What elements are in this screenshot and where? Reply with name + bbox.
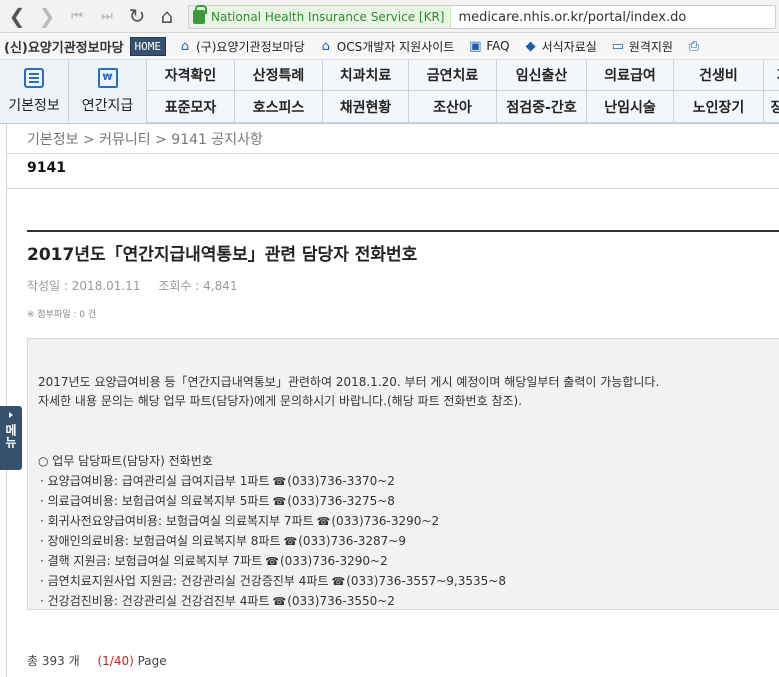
post-intro: 2017년도 요양급여비용 등「연간지급내역통보」관련하여 2018.1.20.… (38, 375, 660, 408)
menu-item[interactable]: 노인장기 (674, 91, 764, 123)
lock-icon (193, 5, 207, 24)
home-icon: ⌂ (321, 38, 330, 54)
contact-item: · 요양급여비용: 급여관리실 급여지급부 1파트 ☎(033)736-3370~… (40, 474, 395, 488)
menu-item[interactable]: 임신출산 (497, 60, 587, 91)
menu-item[interactable]: 조산아 (409, 91, 497, 123)
contact-heading: ○ 업무 담당파트(담당자) 전화번호 (38, 454, 213, 468)
menu-item[interactable]: 건생비 (674, 60, 764, 91)
menu-item[interactable]: 금연치료 (409, 60, 497, 91)
menu-item[interactable]: 산정특례 (235, 60, 323, 91)
bookmark-remote-support[interactable]: ▭ 원격지원 (611, 38, 673, 55)
menu-item[interactable]: 자격확인 (147, 60, 235, 91)
content-area: 기본정보 > 커뮤니티 > 9141 공지사항 9141 2017년도「연간지급… (6, 124, 779, 677)
menu-item[interactable]: 난임시술 (587, 91, 674, 123)
home-button[interactable]: HOME (129, 36, 167, 56)
home-icon[interactable]: ⌂ (154, 3, 180, 29)
security-indicator[interactable]: National Health Insurance Service [KR] (189, 5, 452, 28)
phone-icon: ☎ (272, 475, 287, 488)
side-menu-label: 메뉴 (3, 424, 18, 448)
contact-item: · 결핵 지원금: 보험급여실 의료복지부 7파트 ☎(033)736-3290~… (40, 554, 388, 568)
reload-icon[interactable]: ↻ (124, 3, 150, 29)
menu-item[interactable]: 자 (764, 60, 779, 91)
shield-icon: ◆ (525, 38, 536, 54)
monitor-icon: ▭ (611, 38, 624, 54)
forward-icon[interactable]: ❯ (34, 3, 60, 29)
board-title: 9141 (27, 160, 66, 176)
back-icon[interactable]: ❮ (4, 3, 30, 29)
post-meta: 작성일 : 2018.01.11 조회수 : 4,841 (27, 277, 251, 294)
contact-item: · 건강검진비용: 건강관리실 건강검진부 4파트 ☎(033)736-3550~… (40, 594, 395, 608)
menu-item[interactable]: 채권현황 (323, 91, 409, 123)
total-count: 총 393 개 (27, 654, 80, 668)
phone-icon: ☎ (272, 495, 287, 508)
phone-icon: ☎ (272, 595, 287, 608)
first-page-icon[interactable]: ⏮ (64, 3, 90, 29)
calendar-won-icon: ₩ (97, 67, 119, 89)
attachment-info: ※ 첨부파일 : 0 건 (27, 310, 97, 320)
menu-item[interactable]: 장애 (764, 91, 779, 123)
post-title: 2017년도「연간지급내역통보」관련 담당자 전화번호 (27, 245, 418, 265)
menu-item[interactable]: 치과치료 (323, 60, 409, 91)
last-page-icon[interactable]: ⏭ (94, 3, 120, 29)
site-name: (신)요양기관정보마당 (4, 40, 124, 56)
menu-item[interactable]: 점검중-간호 (497, 91, 587, 123)
contact-item: · 장애인의료비용: 보험급여실 의료복지부 8파트 ☎(033)736-3287… (40, 534, 406, 548)
divider (27, 230, 779, 232)
bookmark-forms[interactable]: ◆ 서식자료실 (524, 38, 597, 55)
phone-icon: ☎ (316, 515, 331, 528)
page-suffix: Page (137, 654, 167, 668)
phone-icon: ☎ (331, 575, 346, 588)
menu-item[interactable]: 의료급여 (587, 60, 674, 91)
home-icon: ⌂ (180, 38, 190, 54)
menu-item[interactable]: 호스피스 (235, 91, 323, 123)
divider (7, 153, 779, 154)
contact-list: · 요양급여비용: 급여관리실 급여지급부 1파트 ☎(033)736-3370~… (40, 471, 506, 611)
tab-basic-info[interactable]: 기본정보 (0, 60, 69, 123)
contact-item: · 의료급여비용: 보험급여실 의료복지부 5파트 ☎(033)736-3275~… (40, 494, 395, 508)
url-text[interactable]: medicare.nhis.or.kr/portal/index.do (451, 10, 686, 25)
menu-grid: 자격확인 산정특례 치과치료 금연치료 임신출산 의료급여 건생비 자 표준모자… (147, 60, 779, 123)
address-bar[interactable]: National Health Insurance Service [KR] m… (188, 5, 776, 29)
contact-item: · 금연치료지원사업 지원금: 건강관리실 건강증진부 4파트 ☎(033)736… (40, 574, 506, 588)
tab-annual-payment[interactable]: ₩ 연간지급 (69, 60, 147, 123)
pagination-info: 총 393 개 (1/40) Page (27, 652, 167, 669)
printer-icon[interactable]: ⎙ (687, 39, 705, 54)
contact-item: · 회귀사전요양급여비용: 보험급여실 의료복지부 7파트 ☎(033)736-3… (40, 514, 440, 528)
side-menu-toggle[interactable]: 메뉴 (0, 406, 22, 470)
post-date: 작성일 : 2018.01.11 (27, 279, 141, 293)
divider (7, 188, 779, 189)
bookmark-faq[interactable]: ▣ FAQ (468, 38, 509, 54)
bookmarks-bar: (신)요양기관정보마당 HOME ⌂ (구)요양기관정보마당 ⌂ OCS개발자 지원… (0, 33, 779, 60)
main-menu: 기본정보 ₩ 연간지급 자격확인 산정특례 치과치료 금연치료 임신출산 의료급… (0, 60, 779, 124)
person-card-icon: ▣ (469, 38, 482, 54)
arrow-right-icon (9, 412, 13, 418)
phone-icon: ☎ (283, 535, 298, 548)
breadcrumb: 기본정보 > 커뮤니티 > 9141 공지사항 (27, 132, 263, 148)
bookmark-old-portal[interactable]: ⌂ (구)요양기관정보마당 (178, 38, 305, 55)
list-icon (23, 67, 45, 89)
security-label: National Health Insurance Service [KR] (211, 10, 445, 24)
browser-toolbar: ❮ ❯ ⏮ ⏭ ↻ ⌂ National Health Insurance Se… (0, 0, 779, 33)
page-indicator: (1/40) (97, 654, 134, 668)
phone-icon: ☎ (265, 555, 279, 568)
menu-item[interactable]: 표준모자 (147, 91, 235, 123)
post-views: 조회수 : 4,841 (158, 279, 238, 293)
post-body: 2017년도 요양급여비용 등「연간지급내역통보」관련하여 2018.1.20.… (27, 338, 779, 610)
bookmark-ocs-dev[interactable]: ⌂ OCS개발자 지원사이트 (319, 38, 455, 55)
